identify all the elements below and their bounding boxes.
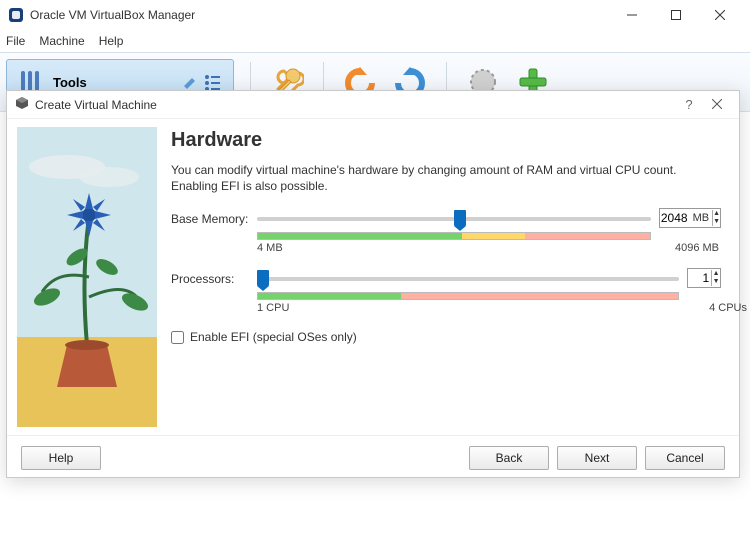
help-button[interactable]: Help xyxy=(21,446,101,470)
processors-max-label: 4 CPUs xyxy=(709,302,747,314)
cancel-button[interactable]: Cancel xyxy=(645,446,725,470)
app-logo-icon xyxy=(8,7,24,23)
memory-input[interactable]: MB ▲▼ xyxy=(659,208,721,228)
memory-range-indicator xyxy=(257,232,651,240)
dialog-footer: Help Back Next Cancel xyxy=(7,435,739,479)
minimize-button[interactable] xyxy=(610,0,654,30)
memory-row: Base Memory: MB ▲▼ xyxy=(171,208,721,228)
wrench-mini-icon[interactable] xyxy=(181,72,201,92)
memory-value-field[interactable] xyxy=(660,211,690,225)
main-window-title: Oracle VM VirtualBox Manager xyxy=(30,8,610,22)
list-mini-icon[interactable] xyxy=(203,72,223,92)
dialog-header: Create Virtual Machine ? xyxy=(7,91,739,119)
memory-range-labels: 4 MB 4096 MB xyxy=(257,242,719,254)
memory-min-label: 4 MB xyxy=(257,242,675,254)
processors-label: Processors: xyxy=(171,270,249,286)
next-button[interactable]: Next xyxy=(557,446,637,470)
efi-checkbox[interactable] xyxy=(171,331,184,344)
tools-label: Tools xyxy=(53,75,181,90)
dialog-title: Create Virtual Machine xyxy=(35,98,675,112)
dialog-content: Hardware You can modify virtual machine'… xyxy=(167,119,739,435)
processors-min-label: 1 CPU xyxy=(257,302,709,314)
maximize-button[interactable] xyxy=(654,0,698,30)
main-titlebar: Oracle VM VirtualBox Manager xyxy=(0,0,750,30)
tools-mini-icons xyxy=(181,72,223,92)
processors-range-indicator xyxy=(257,292,679,300)
efi-label: Enable EFI (special OSes only) xyxy=(190,330,357,344)
memory-spinner[interactable]: ▲▼ xyxy=(712,210,720,226)
dialog-help-icon[interactable]: ? xyxy=(675,97,703,112)
menubar: File Machine Help xyxy=(0,30,750,52)
processors-spinner[interactable]: ▲▼ xyxy=(711,270,720,286)
menu-file[interactable]: File xyxy=(6,34,25,48)
processors-value-field[interactable] xyxy=(688,271,711,285)
processors-slider[interactable] xyxy=(257,270,679,286)
dialog-close-icon[interactable] xyxy=(703,97,731,112)
create-vm-dialog: Create Virtual Machine ? xyxy=(6,90,740,478)
menu-machine[interactable]: Machine xyxy=(39,34,84,48)
memory-slider-thumb[interactable] xyxy=(454,210,466,226)
memory-slider[interactable] xyxy=(257,210,651,226)
processors-row: Processors: ▲▼ xyxy=(171,268,721,288)
processors-input[interactable]: ▲▼ xyxy=(687,268,721,288)
wizard-illustration xyxy=(17,127,157,427)
menu-help[interactable]: Help xyxy=(99,34,124,48)
close-button[interactable] xyxy=(698,0,742,30)
processors-range-labels: 1 CPU 4 CPUs xyxy=(257,302,747,314)
memory-unit: MB xyxy=(690,212,713,224)
efi-checkbox-row[interactable]: Enable EFI (special OSes only) xyxy=(171,330,721,344)
back-button[interactable]: Back xyxy=(469,446,549,470)
page-description: You can modify virtual machine's hardwar… xyxy=(171,162,721,194)
dialog-box-icon xyxy=(15,96,29,113)
processors-slider-thumb[interactable] xyxy=(257,270,269,286)
memory-label: Base Memory: xyxy=(171,210,249,226)
page-heading: Hardware xyxy=(171,129,721,152)
memory-max-label: 4096 MB xyxy=(675,242,719,254)
